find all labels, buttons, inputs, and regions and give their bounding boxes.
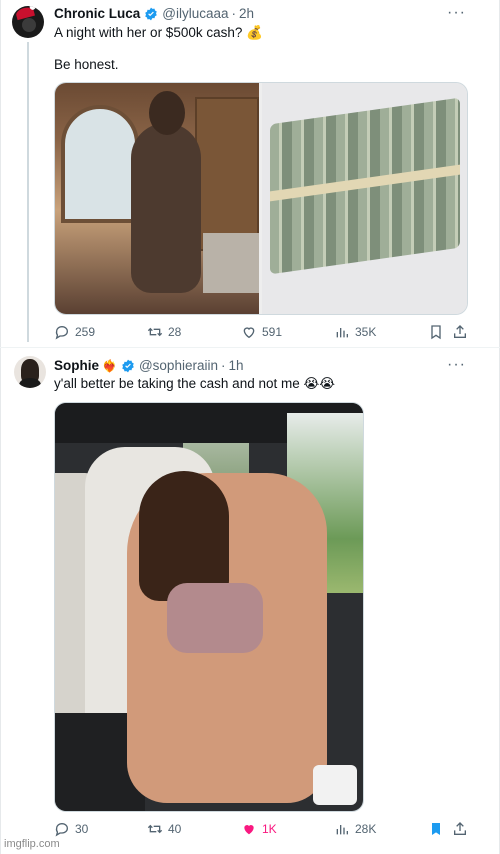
heart-icon: [243, 327, 255, 339]
retweet-count: 40: [168, 822, 182, 836]
photo-sock: [313, 765, 357, 805]
timestamp[interactable]: 2h: [239, 6, 254, 21]
avatar-chronic-luca[interactable]: [12, 6, 44, 38]
retweet-icon: [147, 327, 163, 337]
verified-badge-icon: [145, 7, 158, 20]
retweet-button[interactable]: 28: [147, 324, 181, 340]
reply-count: 30: [75, 822, 89, 836]
thread-connector-line: [27, 42, 29, 342]
views-chart-icon: [336, 825, 348, 835]
heart-on-fire-emoji: ❤️‍🔥: [102, 358, 117, 373]
tweet1-media-grid[interactable]: [54, 82, 468, 315]
author-handle[interactable]: @sophieraiin: [139, 358, 218, 373]
bookmark-button-active[interactable]: [428, 821, 444, 837]
photo-figure-hair: [139, 471, 229, 601]
view-count: 35K: [355, 325, 377, 339]
photo-chair: [203, 233, 259, 293]
bookmark-icon: [431, 325, 441, 340]
photo-figure-head: [149, 91, 185, 135]
views-button[interactable]: 35K: [334, 324, 376, 340]
bookmark-button[interactable]: [428, 324, 444, 340]
separator-dot: ·: [231, 6, 237, 21]
views-button[interactable]: 28K: [334, 821, 376, 837]
timestamp[interactable]: 1h: [228, 358, 243, 373]
photo-woman-in-dress[interactable]: [55, 83, 259, 314]
reply-icon: [55, 325, 69, 340]
tweet1-text-line1: A night with her or $500k cash? 💰: [54, 25, 263, 40]
retweet-count: 28: [168, 325, 182, 339]
bookmark-filled-icon: [432, 823, 440, 835]
reply-icon: [55, 822, 69, 837]
like-button[interactable]: 591: [241, 324, 282, 340]
share-button[interactable]: [452, 821, 468, 837]
tweet-divider: [0, 347, 500, 348]
reply-button[interactable]: 259: [54, 324, 95, 340]
tweet1-text-line2: Be honest.: [54, 57, 119, 72]
share-icon: [454, 822, 466, 835]
author-handle[interactable]: @ilylucaaa: [162, 6, 228, 21]
tweet2-media[interactable]: [54, 402, 364, 812]
tweet2-header: Sophie ❤️‍🔥 @sophieraiin · 1h: [54, 358, 244, 373]
photo-cash-stacks[interactable]: [262, 83, 467, 314]
reply-button[interactable]: 30: [54, 821, 88, 837]
tweet2-action-bar: 30 40 1K 28K: [54, 821, 468, 841]
imgflip-watermark: imgflip.com: [4, 838, 60, 850]
photo-window: [61, 105, 139, 223]
share-button[interactable]: [452, 324, 468, 340]
photo-cabinet: [195, 97, 259, 251]
retweet-icon: [147, 824, 163, 834]
view-count: 28K: [355, 822, 377, 836]
retweet-button[interactable]: 40: [147, 821, 181, 837]
avatar-face: [22, 18, 36, 32]
avatar-sophie[interactable]: [14, 356, 46, 388]
verified-badge-icon: [122, 359, 134, 372]
avatar-body: [19, 378, 41, 388]
tweet1-action-bar: 259 28 591 35K: [54, 324, 468, 344]
photo-figure-top: [167, 583, 263, 653]
more-options-icon[interactable]: ···: [447, 4, 466, 22]
tweet1-header: Chronic Luca @ilylucaaa · 2h: [54, 6, 254, 21]
like-count: 591: [262, 325, 283, 339]
like-count: 1K: [262, 822, 277, 836]
author-name[interactable]: Chronic Luca: [54, 6, 140, 21]
reply-count: 259: [75, 325, 96, 339]
separator-dot: ·: [220, 358, 226, 373]
views-chart-icon: [336, 328, 348, 338]
tweet2-text: y'all better be taking the cash and not …: [54, 376, 336, 391]
author-name[interactable]: Sophie: [54, 358, 99, 373]
heart-filled-icon: [244, 825, 254, 835]
like-button-active[interactable]: 1K: [241, 821, 277, 837]
more-options-icon[interactable]: ···: [447, 356, 466, 374]
photo-figure: [131, 123, 201, 293]
photo-woman-in-car[interactable]: [55, 403, 363, 811]
share-icon: [454, 325, 466, 338]
